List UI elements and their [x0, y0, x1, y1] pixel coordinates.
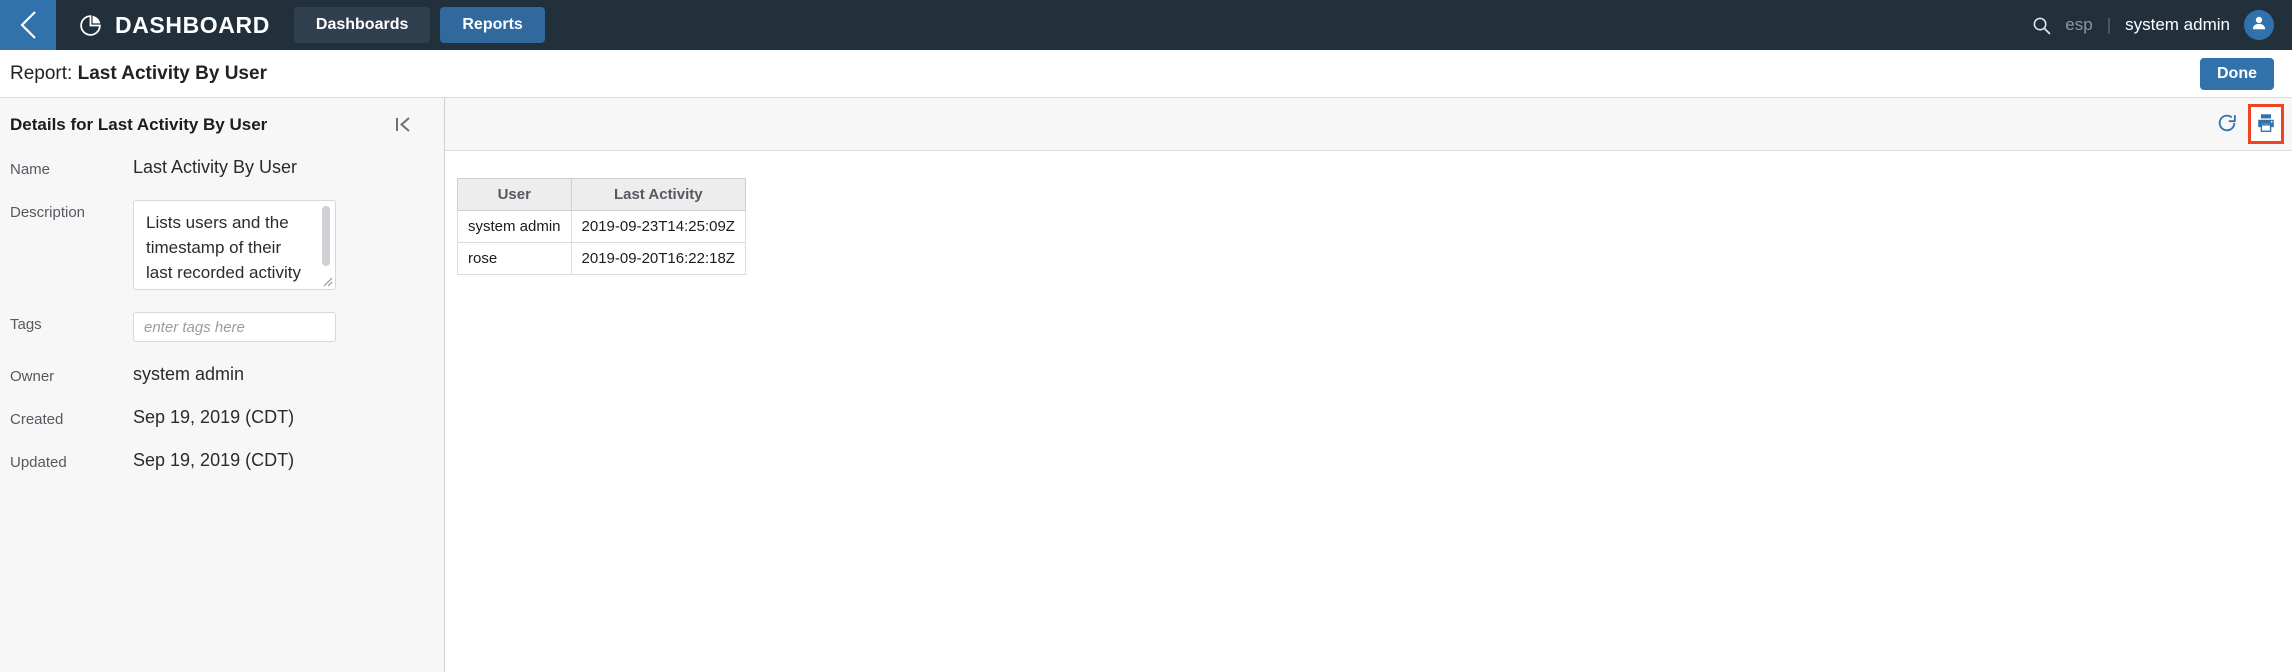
current-user-name[interactable]: system admin [2125, 15, 2230, 35]
table-header-row: User Last Activity [457, 178, 746, 211]
field-owner-row: Owner system admin [0, 364, 444, 385]
details-panel-header: Details for Last Activity By User [0, 98, 444, 151]
field-label-tags: Tags [10, 316, 42, 333]
table-row[interactable]: rose 2019-09-20T16:22:18Z [457, 242, 746, 275]
chevron-left-icon [17, 9, 39, 41]
details-form: Name Last Activity By User Description L… [0, 151, 444, 493]
pie-chart-icon [78, 13, 103, 38]
top-nav-buttons: Dashboards Reports [293, 0, 545, 50]
print-button[interactable] [2248, 104, 2284, 144]
report-toolbar [445, 98, 2292, 151]
field-label-created: Created [10, 411, 64, 428]
report-content-area: User Last Activity system admin 2019-09-… [445, 98, 2292, 672]
report-title-row: Report: Last Activity By User Done [0, 50, 2292, 97]
field-value-updated: Sep 19, 2019 (CDT) [133, 450, 295, 470]
field-label-name: Name [10, 161, 51, 178]
field-created-row: Created Sep 19, 2019 (CDT) [0, 407, 444, 428]
field-label-owner: Owner [10, 368, 55, 385]
top-navigation-bar: DASHBOARD Dashboards Reports esp | syste… [0, 0, 2292, 50]
field-value-created: Sep 19, 2019 (CDT) [133, 407, 295, 427]
refresh-icon [2216, 112, 2238, 137]
field-tags-row: Tags [0, 312, 444, 342]
field-value-name: Last Activity By User [133, 157, 298, 177]
field-description-row: Description Lists users and the timestam… [0, 200, 444, 290]
back-button[interactable] [0, 0, 56, 50]
nav-tab-dashboards[interactable]: Dashboards [293, 7, 431, 43]
done-button[interactable]: Done [2200, 57, 2274, 90]
nav-tab-reports[interactable]: Reports [440, 7, 545, 43]
cell-last-activity: 2019-09-20T16:22:18Z [570, 242, 746, 275]
details-panel-title: Details for Last Activity By User [10, 114, 268, 134]
field-label-updated: Updated [10, 454, 67, 471]
page-title-value: Last Activity By User [77, 62, 267, 84]
report-result-table: User Last Activity system admin 2019-09-… [457, 178, 746, 275]
top-nav-right-cluster: esp | system admin [2032, 0, 2292, 50]
cell-user: system admin [457, 210, 572, 243]
header-divider: | [2106, 15, 2112, 34]
description-scrollbar-thumb[interactable] [322, 206, 330, 266]
print-icon [2255, 112, 2277, 137]
brand-title: DASHBOARD [115, 11, 270, 38]
body-split: Details for Last Activity By User Name L… [0, 97, 2292, 672]
avatar[interactable] [2244, 10, 2274, 40]
collapse-panel-icon[interactable] [395, 115, 412, 134]
table-row[interactable]: system admin 2019-09-23T14:25:09Z [457, 210, 746, 243]
resize-handle-icon[interactable] [320, 274, 334, 288]
description-textarea[interactable]: Lists users and the timestamp of their l… [133, 200, 336, 290]
refresh-button[interactable] [2210, 107, 2244, 141]
description-text: Lists users and the timestamp of their l… [146, 213, 301, 289]
cell-last-activity: 2019-09-23T14:25:09Z [570, 210, 746, 243]
column-header-user[interactable]: User [457, 178, 572, 211]
field-value-owner: system admin [133, 364, 245, 384]
report-canvas: User Last Activity system admin 2019-09-… [445, 151, 2292, 672]
field-name-row: Name Last Activity By User [0, 157, 444, 178]
details-panel: Details for Last Activity By User Name L… [0, 98, 445, 672]
cell-user: rose [457, 242, 572, 275]
brand: DASHBOARD [56, 0, 270, 50]
user-avatar-icon [2250, 14, 2268, 37]
page-title: Report: Last Activity By User [10, 63, 267, 85]
field-label-description: Description [10, 204, 86, 221]
page-title-prefix: Report: [10, 62, 73, 84]
column-header-last-activity[interactable]: Last Activity [570, 178, 746, 211]
search-icon[interactable] [2032, 16, 2051, 35]
tags-input[interactable] [133, 312, 336, 342]
field-updated-row: Updated Sep 19, 2019 (CDT) [0, 450, 444, 471]
locale-switch-esp[interactable]: esp [2065, 15, 2092, 35]
